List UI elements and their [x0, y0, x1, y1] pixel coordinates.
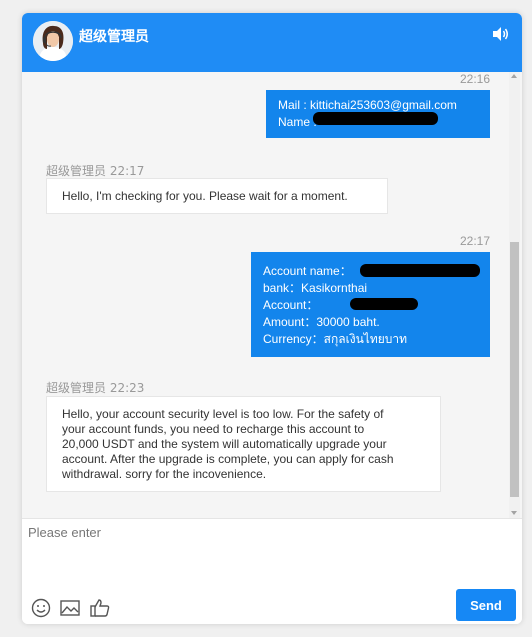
sender-info: 超级管理员 22:23 — [46, 379, 144, 396]
scroll-thumb[interactable] — [510, 242, 519, 497]
message-time: 22:17 — [460, 234, 491, 248]
chat-window: 超级管理员 22:16 Mail : kittichai253603@gmail… — [22, 13, 522, 624]
smiley-icon[interactable] — [30, 597, 52, 619]
message-line: Currency：สกุลเงินไทยบาท — [263, 332, 408, 346]
message-list[interactable]: 22:16 Mail : kittichai253603@gmail.com N… — [22, 72, 522, 518]
sender-name: 超级管理员 — [46, 381, 107, 395]
scroll-up-arrow-icon[interactable] — [511, 74, 517, 78]
message-line: withdrawal. sorry for the incovenience. — [62, 467, 267, 481]
incoming-bubble: Hello, I'm checking for you. Please wait… — [46, 178, 388, 214]
message-line: Hello, your account security level is to… — [62, 407, 384, 421]
send-button[interactable]: Send — [456, 589, 516, 621]
composer: Send — [22, 518, 522, 624]
agent-avatar — [33, 21, 73, 61]
message-line: bank：Kasikornthai — [263, 281, 368, 295]
sender-info: 超级管理员 22:17 — [46, 162, 144, 179]
message-line: account. After the upgrade is complete, … — [62, 452, 394, 466]
message-input[interactable] — [22, 518, 522, 578]
chat-header: 超级管理员 — [22, 13, 522, 72]
message-time: 22:17 — [109, 164, 145, 178]
sender-name: 超级管理员 — [46, 164, 107, 178]
speaker-icon[interactable] — [492, 26, 510, 42]
message-line: Amount：30000 baht. — [263, 315, 380, 329]
incoming-bubble: Hello, your account security level is to… — [46, 396, 441, 492]
scroll-down-arrow-icon[interactable] — [511, 511, 517, 515]
chat-scrollbar[interactable] — [509, 72, 520, 518]
redaction-mark — [360, 264, 480, 277]
message-time: 22:23 — [109, 381, 145, 395]
redaction-mark — [313, 112, 438, 125]
redaction-mark — [350, 298, 418, 310]
image-icon[interactable] — [59, 597, 81, 619]
header-title: 超级管理员 — [79, 29, 149, 45]
message-line: 20,000 USDT and the system will automati… — [62, 437, 387, 451]
message-line: Hello, I'm checking for you. Please wait… — [62, 189, 348, 203]
message-line: your account funds, you need to recharge… — [62, 422, 365, 436]
thumbs-up-icon[interactable] — [89, 597, 111, 619]
message-time: 22:16 — [460, 72, 491, 86]
